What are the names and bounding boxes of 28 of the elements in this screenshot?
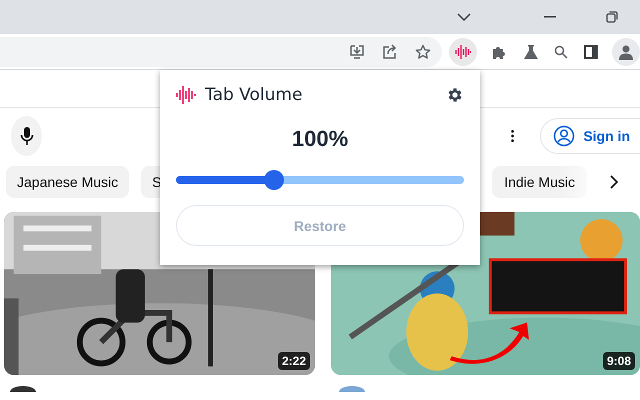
category-chip[interactable]: Indie Music <box>492 166 587 198</box>
popup-title: Tab Volume <box>205 85 302 105</box>
video-duration: 9:08 <box>602 352 635 370</box>
share-icon[interactable] <box>382 44 398 60</box>
microphone-button[interactable] <box>11 116 42 156</box>
chevron-down-icon[interactable] <box>457 13 471 21</box>
sound-wave-icon[interactable] <box>448 38 477 66</box>
minimize-icon[interactable] <box>544 16 556 18</box>
download-icon[interactable] <box>348 44 365 60</box>
more-options-icon[interactable] <box>511 128 514 144</box>
category-chip[interactable]: Japanese Music <box>6 166 130 198</box>
settings-icon[interactable] <box>446 86 464 104</box>
volume-percentage: 100% <box>290 126 350 153</box>
search-icon[interactable] <box>554 44 568 58</box>
channel-avatar[interactable] <box>10 386 36 392</box>
side-panel-icon[interactable] <box>584 44 598 58</box>
microphone-icon <box>20 126 34 146</box>
star-icon[interactable] <box>414 44 431 60</box>
volume-slider[interactable] <box>176 170 464 190</box>
person-icon <box>553 125 576 147</box>
sign-in-button[interactable]: Sign in <box>540 118 640 154</box>
slider-thumb[interactable] <box>264 170 284 190</box>
sound-wave-icon <box>176 85 196 105</box>
profile-icon[interactable] <box>612 38 640 66</box>
restore-icon[interactable] <box>606 11 618 23</box>
chevron-right-icon[interactable] <box>609 174 619 190</box>
video-duration: 2:22 <box>278 352 310 370</box>
flask-icon[interactable] <box>522 44 538 60</box>
